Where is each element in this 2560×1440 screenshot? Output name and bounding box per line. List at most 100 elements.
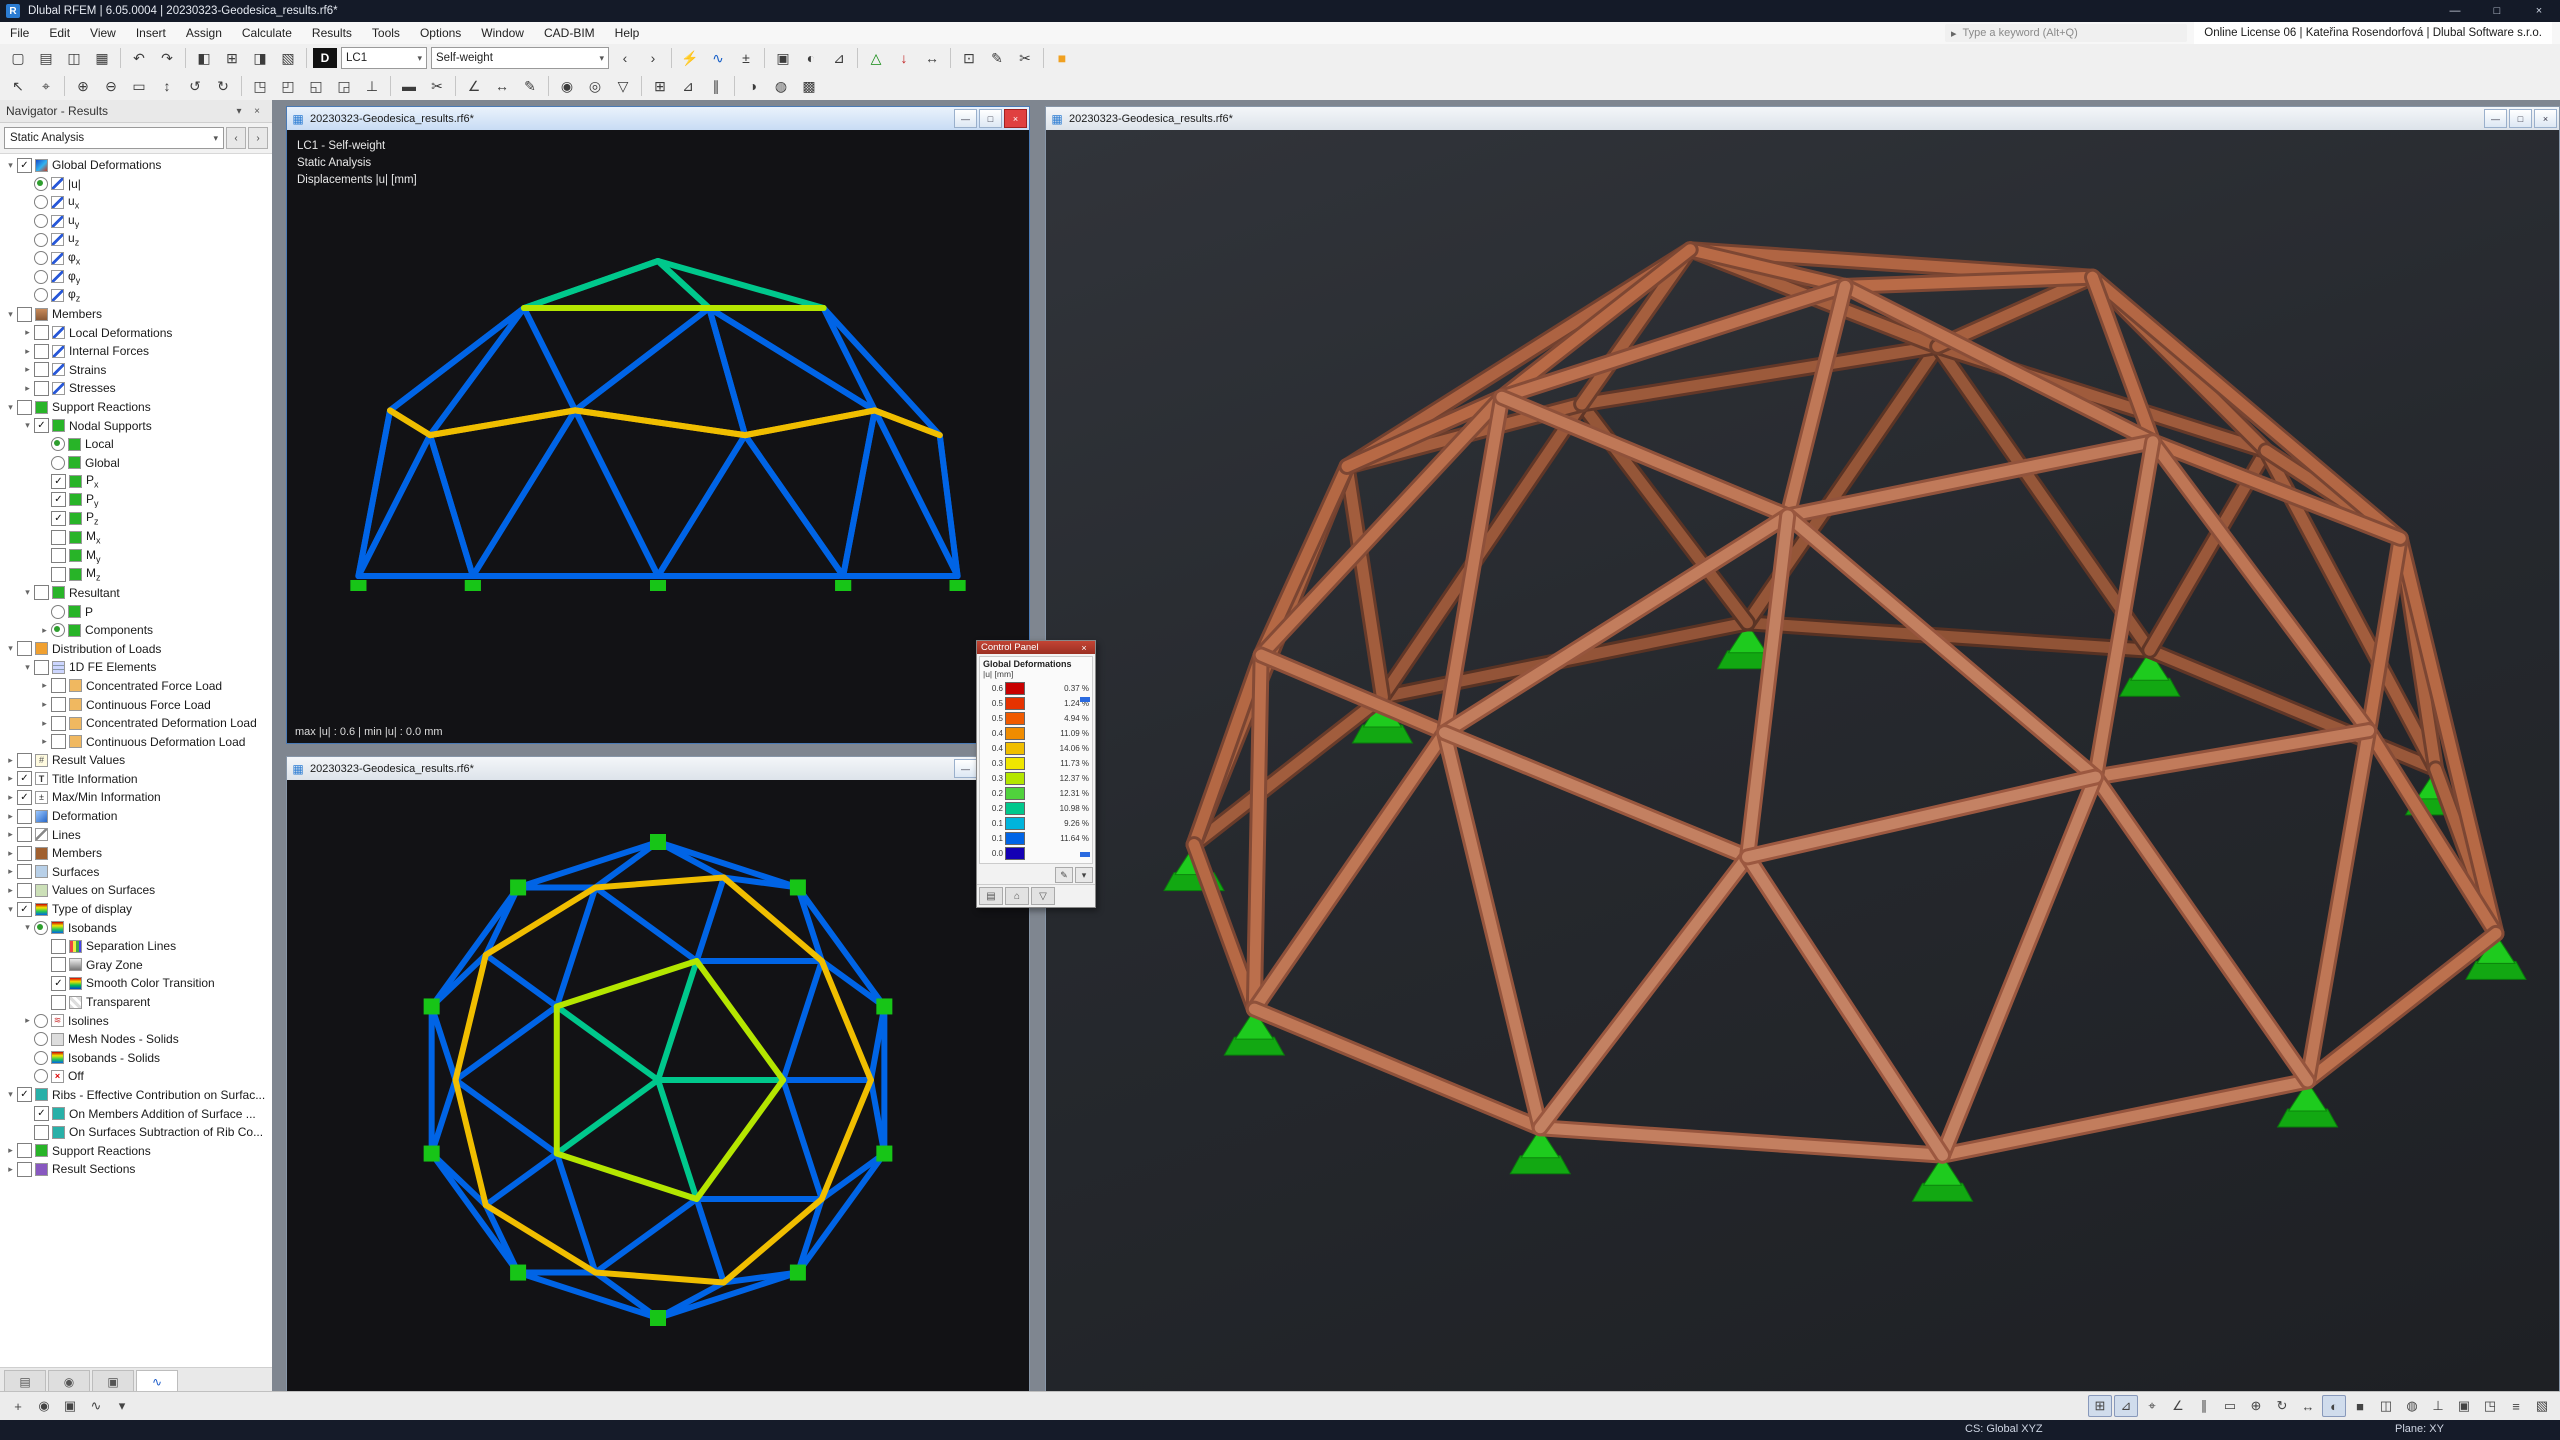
expander-icon[interactable]: ▸: [21, 364, 34, 375]
expander-icon[interactable]: ▸: [38, 680, 51, 691]
show-grid-icon[interactable]: ⊞: [2088, 1395, 2112, 1417]
visibility-modes-icon[interactable]: ◉: [32, 1395, 56, 1417]
spin-icon[interactable]: ↻: [210, 74, 236, 98]
calculate-icon[interactable]: ⚡: [677, 46, 703, 70]
expander-icon[interactable]: ▸: [4, 773, 17, 784]
expander-icon[interactable]: ▸: [38, 625, 51, 636]
navigator-close-icon[interactable]: ×: [248, 103, 266, 119]
edit-scale[interactable]: ✎: [1055, 867, 1073, 883]
expander-icon[interactable]: ▸: [21, 327, 34, 338]
tree-item-my[interactable]: My: [0, 546, 272, 565]
checkbox[interactable]: [51, 548, 66, 563]
checkbox[interactable]: [34, 585, 49, 600]
pan-icon[interactable]: ↕: [154, 74, 180, 98]
checkbox[interactable]: [34, 362, 49, 377]
previous-analysis-button[interactable]: ‹: [226, 127, 246, 149]
legend-color-cell[interactable]: [1005, 787, 1025, 800]
tree-item-mx[interactable]: Mx: [0, 528, 272, 547]
expander-icon[interactable]: ▾: [21, 922, 34, 933]
expander-icon[interactable]: ▸: [38, 699, 51, 710]
tree-item-on-surfaces-subtraction-of-rib-co[interactable]: On Surfaces Subtraction of Rib Co...: [0, 1123, 272, 1142]
checkbox[interactable]: [34, 325, 49, 340]
min-marker[interactable]: [1080, 852, 1090, 857]
copy-icon[interactable]: ⊡: [956, 46, 982, 70]
tree-item-y[interactable]: φy: [0, 268, 272, 287]
checkbox[interactable]: [17, 809, 32, 824]
close-icon[interactable]: ×: [1004, 109, 1027, 128]
object-snap-icon[interactable]: ⌖: [2140, 1395, 2164, 1417]
menu-file[interactable]: File: [0, 22, 39, 44]
legend-color-cell[interactable]: [1005, 712, 1025, 725]
tree-item-concentrated-deformation-load[interactable]: ▸Concentrated Deformation Load: [0, 714, 272, 733]
legend-color-cell[interactable]: [1005, 817, 1025, 830]
radio-button[interactable]: [51, 623, 65, 637]
checkbox[interactable]: ✓: [51, 474, 66, 489]
background-display-icon[interactable]: ▧: [2530, 1395, 2554, 1417]
section-icon[interactable]: ⊿: [826, 46, 852, 70]
edit-icon[interactable]: ✎: [984, 46, 1010, 70]
tab-display[interactable]: ◉: [48, 1370, 90, 1392]
lighting-icon[interactable]: ◍: [2400, 1395, 2424, 1417]
checkbox[interactable]: ✓: [51, 511, 66, 526]
navigator-toggle-icon[interactable]: ◧: [191, 46, 217, 70]
dimensions-icon[interactable]: ↔: [919, 46, 945, 70]
select-icon[interactable]: ↖: [5, 74, 31, 98]
wireframe-mode-icon[interactable]: ◫: [2374, 1395, 2398, 1417]
minimize-icon[interactable]: —: [954, 759, 977, 778]
checkbox[interactable]: ✓: [17, 771, 32, 786]
tree-item-distribution-of-loads[interactable]: ▾Distribution of Loads: [0, 639, 272, 658]
tree-item-mesh-nodes-solids[interactable]: Mesh Nodes - Solids: [0, 1030, 272, 1049]
checkbox[interactable]: [51, 716, 66, 731]
checkbox[interactable]: [34, 381, 49, 396]
cp-tab-colors[interactable]: ▤: [979, 887, 1003, 905]
legend-color-cell[interactable]: [1005, 847, 1025, 860]
expander-icon[interactable]: ▾: [4, 160, 17, 171]
tree-item-local[interactable]: Local: [0, 435, 272, 454]
grid-icon[interactable]: ⊞: [647, 74, 673, 98]
expander-icon[interactable]: ▾: [4, 402, 17, 413]
radio-button[interactable]: [34, 1051, 48, 1065]
wireframe-icon[interactable]: ◍: [768, 74, 794, 98]
radio-button[interactable]: [51, 437, 65, 451]
checkbox[interactable]: [51, 957, 66, 972]
close-icon[interactable]: ×: [2534, 109, 2557, 128]
annotate-icon[interactable]: ✎: [517, 74, 543, 98]
tree-item-nodal-supports[interactable]: ▾✓Nodal Supports: [0, 416, 272, 435]
render-view-canvas[interactable]: [1046, 130, 2559, 1391]
tree-item-lines[interactable]: ▸Lines: [0, 825, 272, 844]
tree-item-surfaces[interactable]: ▸Surfaces: [0, 863, 272, 882]
analysis-type-select[interactable]: Static Analysis ▾: [4, 127, 224, 149]
tree-item-stresses[interactable]: ▸Stresses: [0, 379, 272, 398]
tab-data[interactable]: ▤: [4, 1370, 46, 1392]
guidelines-icon[interactable]: ∥: [703, 74, 729, 98]
tree-item-global[interactable]: Global: [0, 454, 272, 473]
tree-item-result-sections[interactable]: ▸Result Sections: [0, 1160, 272, 1179]
tree-item-uy[interactable]: uy: [0, 212, 272, 231]
expander-icon[interactable]: ▾: [21, 420, 34, 431]
more-options-icon[interactable]: ▾: [110, 1395, 134, 1417]
expander-icon[interactable]: ▸: [4, 885, 17, 896]
legend-color-cell[interactable]: [1005, 757, 1025, 770]
tree-item-internal-forces[interactable]: ▸Internal Forces: [0, 342, 272, 361]
tree-item-support-reactions[interactable]: ▸Support Reactions: [0, 1141, 272, 1160]
checkbox[interactable]: [17, 1143, 32, 1158]
redo-icon[interactable]: ↷: [154, 46, 180, 70]
cut-icon[interactable]: ✂: [1012, 46, 1038, 70]
checkbox[interactable]: [17, 400, 32, 415]
panel-display-icon[interactable]: ≡: [2504, 1395, 2528, 1417]
front-viewport[interactable]: LC1 - Self-weight Static Analysis Displa…: [287, 130, 1029, 743]
shading-icon[interactable]: ◑: [740, 74, 766, 98]
result-display-icon[interactable]: ∿: [84, 1395, 108, 1417]
work-plane-icon[interactable]: ▭: [2218, 1395, 2242, 1417]
tree-item-continuous-deformation-load[interactable]: ▸Continuous Deformation Load: [0, 732, 272, 751]
radio-button[interactable]: [34, 251, 48, 265]
menu-view[interactable]: View: [80, 22, 126, 44]
tree-item-local-deformations[interactable]: ▸Local Deformations: [0, 323, 272, 342]
measure-length-icon[interactable]: ↔: [489, 74, 515, 98]
radio-button[interactable]: [51, 456, 65, 470]
expander-icon[interactable]: ▸: [4, 866, 17, 877]
top-view-canvas[interactable]: [287, 780, 1029, 1391]
tree-item-type-of-display[interactable]: ▾✓Type of display: [0, 900, 272, 919]
rendering-icon[interactable]: ◐: [798, 46, 824, 70]
render-viewport[interactable]: [1046, 130, 2559, 1391]
